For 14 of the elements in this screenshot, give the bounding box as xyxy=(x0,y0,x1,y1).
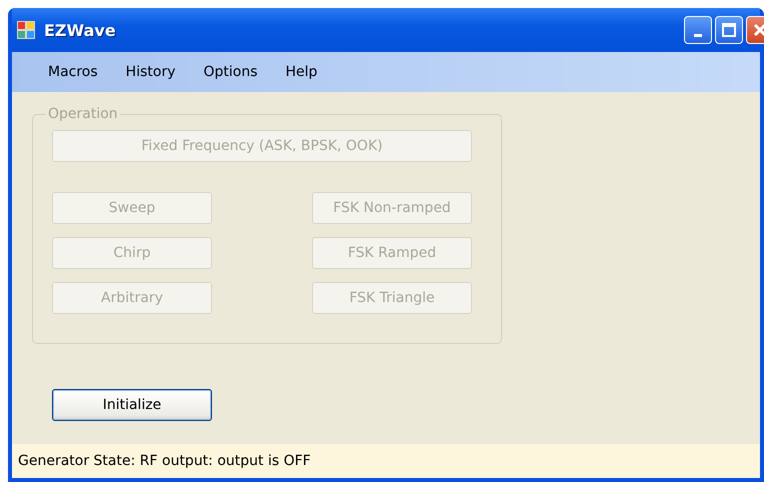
window-title: EZWave xyxy=(44,20,116,40)
menu-item[interactable]: Help xyxy=(272,64,332,80)
initialize-button[interactable]: Initialize xyxy=(52,389,212,421)
close-icon xyxy=(752,22,764,38)
group-title: Operation xyxy=(47,106,119,122)
minimize-icon xyxy=(694,34,702,36)
app-icon xyxy=(16,20,36,40)
minimize-button[interactable] xyxy=(684,16,712,44)
status-text: Generator State: RF output: output is OFF xyxy=(18,453,311,469)
menu-item[interactable]: History xyxy=(112,64,190,80)
menu-item[interactable]: Options xyxy=(189,64,272,80)
maximize-icon xyxy=(721,22,737,38)
menu-item[interactable]: Macros xyxy=(34,64,112,80)
maximize-button[interactable] xyxy=(715,16,743,44)
